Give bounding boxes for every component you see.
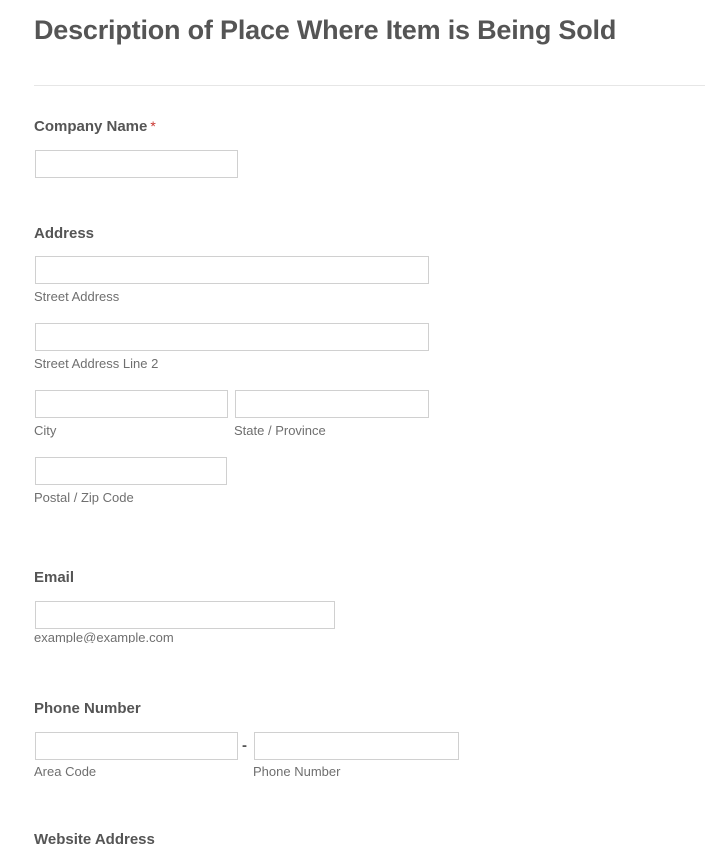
area-code-sublabel: Area Code xyxy=(34,764,97,779)
company-name-label: Company Name * xyxy=(34,117,156,136)
email-input[interactable] xyxy=(35,601,335,629)
state-province-sublabel: State / Province xyxy=(234,423,326,438)
street-address-input[interactable] xyxy=(35,256,429,284)
street-address-line2-input[interactable] xyxy=(35,323,429,351)
required-marker: * xyxy=(150,118,156,134)
state-province-input[interactable] xyxy=(235,390,429,418)
street-address-sublabel: Street Address xyxy=(34,289,120,304)
phone-number-input[interactable] xyxy=(254,732,459,760)
email-label: Email xyxy=(34,569,75,586)
phone-number-label: Phone Number xyxy=(34,700,141,717)
form-page: Description of Place Where Item is Being… xyxy=(0,0,705,851)
company-name-input[interactable] xyxy=(35,150,238,178)
website-address-label: Website Address xyxy=(34,831,155,848)
city-sublabel: City xyxy=(34,423,57,438)
area-code-input[interactable] xyxy=(35,732,238,760)
address-label: Address xyxy=(34,225,95,242)
phone-number-sublabel: Phone Number xyxy=(253,764,341,779)
phone-separator: - xyxy=(242,737,247,754)
title-divider xyxy=(34,85,705,86)
company-name-label-text: Company Name xyxy=(34,118,148,135)
email-sublabel: example@example.com xyxy=(34,630,174,643)
city-input[interactable] xyxy=(35,390,228,418)
postal-zip-code-sublabel: Postal / Zip Code xyxy=(34,490,134,505)
postal-zip-code-input[interactable] xyxy=(35,457,227,485)
street-address-line2-sublabel: Street Address Line 2 xyxy=(34,356,159,371)
page-title: Description of Place Where Item is Being… xyxy=(34,15,617,45)
